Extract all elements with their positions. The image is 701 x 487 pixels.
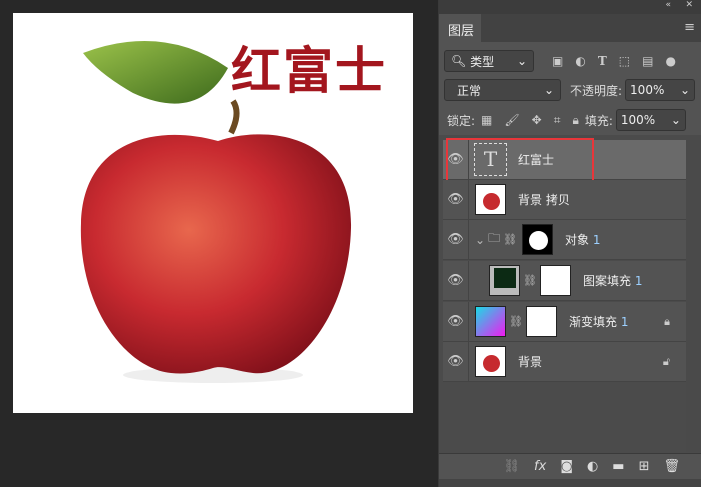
document-canvas[interactable]: 红富士: [13, 13, 413, 413]
lock-position-icon[interactable]: ✥: [532, 113, 542, 127]
search-icon: 🔍︎: [451, 54, 467, 68]
layer-mask-thumbnail: [539, 265, 571, 296]
blend-mode-select[interactable]: 正常 ⌄: [444, 79, 561, 101]
layers-scrollbar[interactable]: [686, 140, 701, 452]
fill-input[interactable]: 100% ⌄: [615, 109, 686, 131]
new-group-icon[interactable]: ▬: [612, 459, 624, 474]
opacity-label: 不透明度:: [570, 83, 623, 98]
layers-panel: «✕ 图层 ≡ 🔍︎ 类型 ⌄ ▣ ◐ T ⬚ ▤ ● 正常 ⌄ 不透明度: 100%…: [438, 0, 701, 487]
adjustment-layer-icon[interactable]: ◐: [587, 459, 598, 474]
fx-icon[interactable]: fx: [534, 459, 546, 474]
layer-row-pattern-fill[interactable]: 👁︎ ⛓ 图案填充 1: [443, 261, 686, 301]
folder-icon: 🗀: [488, 231, 501, 245]
adjustment-filter-icon[interactable]: ◐: [575, 54, 585, 68]
filter-toggle[interactable]: ●: [665, 54, 675, 68]
image-filter-icon[interactable]: ▣: [552, 54, 563, 68]
lock-artboard-icon[interactable]: ⌗: [554, 113, 561, 128]
filter-type-select[interactable]: 🔍︎ 类型 ⌄: [444, 50, 534, 72]
link-icon: ⛓: [503, 233, 518, 246]
layer-name: 背景: [518, 355, 543, 369]
layer-name: 渐变填充: [568, 315, 617, 329]
lock-icon: 🔒︎: [664, 314, 670, 328]
layer-row-text[interactable]: 👁︎ T 红富士: [443, 138, 686, 182]
layer-mask-thumbnail: [525, 306, 557, 337]
layer-name: 图案填充: [582, 274, 631, 288]
visibility-eye-icon[interactable]: 👁︎: [443, 220, 469, 259]
layer-mask-thumbnail: [522, 224, 554, 255]
highlight-box: [446, 138, 594, 182]
lock-transparent-icon[interactable]: ▦: [481, 113, 492, 127]
lock-icon: 🔓︎: [662, 354, 670, 368]
layer-name: 背景 拷贝: [518, 193, 570, 207]
layer-row-group[interactable]: 👁︎ ⌄ 🗀 ⛓ 对象 1: [443, 220, 686, 260]
tab-layers[interactable]: 图层: [439, 14, 481, 42]
smart-object-filter-icon[interactable]: ▤: [642, 54, 653, 68]
layer-row-background[interactable]: 👁︎ 背景 🔓︎: [443, 342, 686, 382]
blend-mode-value: 正常: [457, 83, 482, 98]
layer-number: 1: [620, 315, 629, 329]
layer-number: 1: [592, 233, 601, 247]
layer-name: 对象: [565, 233, 590, 247]
collapse-icon[interactable]: «: [665, 0, 671, 10]
layer-thumbnail: [475, 346, 506, 377]
delete-icon[interactable]: 🗑︎: [663, 459, 680, 474]
fill-value: 100%: [620, 113, 656, 127]
gradient-thumbnail: [475, 306, 506, 337]
visibility-eye-icon[interactable]: 👁︎: [443, 342, 469, 381]
add-mask-icon[interactable]: ◙: [560, 459, 573, 474]
pattern-thumbnail: [489, 265, 520, 296]
lock-image-icon[interactable]: 🖌︎: [504, 113, 519, 127]
expand-chevron-icon[interactable]: ⌄: [475, 233, 485, 247]
lock-all-icon[interactable]: 🔒︎: [572, 113, 578, 128]
opacity-input[interactable]: 100% ⌄: [625, 79, 696, 101]
panel-menu-icon[interactable]: ≡: [684, 20, 695, 35]
opacity-value: 100%: [630, 83, 665, 97]
link-icon: ⛓: [523, 274, 537, 287]
new-layer-icon[interactable]: ⊞: [639, 459, 650, 474]
fill-label: 填充:: [584, 113, 613, 128]
link-icon: ⛓: [509, 315, 523, 328]
visibility-eye-icon[interactable]: 👁︎: [443, 180, 469, 219]
title-text: 红富士: [231, 42, 387, 100]
filter-label: 类型: [470, 54, 495, 69]
visibility-eye-icon[interactable]: 👁︎: [443, 261, 469, 300]
close-icon[interactable]: ✕: [685, 0, 693, 10]
layer-row-background-copy[interactable]: 👁︎ 背景 拷贝: [443, 180, 686, 220]
link-layers-icon[interactable]: ⛓: [504, 459, 521, 474]
visibility-eye-icon[interactable]: 👁︎: [443, 302, 469, 341]
layer-number: 1: [634, 274, 643, 288]
layer-thumbnail: [475, 184, 506, 215]
lock-label: 锁定:: [447, 113, 476, 128]
shape-filter-icon[interactable]: ⬚: [619, 54, 630, 68]
layer-row-gradient-fill[interactable]: 👁︎ ⛓ 渐变填充 1 🔒︎: [443, 302, 686, 342]
type-filter-icon[interactable]: T: [598, 54, 607, 68]
